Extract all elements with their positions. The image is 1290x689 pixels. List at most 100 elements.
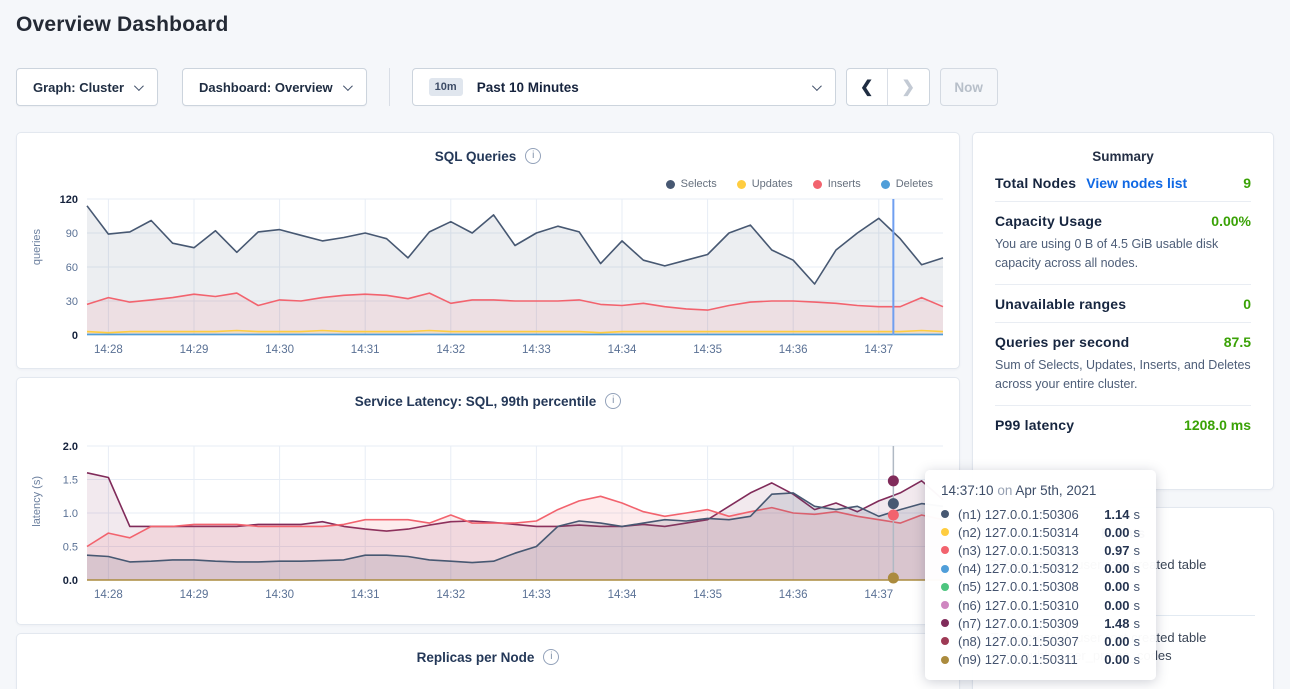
node-color-dot-icon [941, 583, 949, 591]
svg-text:14:32: 14:32 [436, 344, 465, 356]
legend-dot-icon [737, 180, 746, 189]
tooltip-node-unit: s [1134, 507, 1141, 522]
svg-text:0.0: 0.0 [63, 575, 78, 587]
svg-text:60: 60 [66, 262, 78, 274]
svg-text:14:30: 14:30 [265, 344, 294, 356]
capacity-label: Capacity Usage [995, 213, 1102, 229]
svg-text:14:28: 14:28 [94, 589, 123, 601]
tooltip-node-value: 1.48 [1104, 616, 1129, 631]
tooltip-node-row: (n8) 127.0.0.1:503070.00s [941, 632, 1140, 650]
node-color-dot-icon [941, 546, 949, 554]
tooltip-node-value: 1.14 [1104, 507, 1129, 522]
svg-text:30: 30 [66, 296, 78, 308]
legend-item-selects[interactable]: Selects [666, 178, 717, 190]
tooltip-node-unit: s [1134, 543, 1141, 558]
now-button[interactable]: Now [940, 68, 998, 106]
tooltip-node-value: 0.00 [1104, 598, 1129, 613]
legend-dot-icon [881, 180, 890, 189]
tooltip-node-label: (n5) 127.0.0.1:50308 [958, 579, 1104, 594]
legend-label: Inserts [828, 178, 861, 190]
toolbar-divider [389, 68, 390, 106]
tooltip-node-label: (n7) 127.0.0.1:50309 [958, 616, 1104, 631]
legend-item-updates[interactable]: Updates [737, 178, 793, 190]
info-icon[interactable]: i [525, 148, 541, 164]
tooltip-node-label: (n4) 127.0.0.1:50312 [958, 561, 1104, 576]
svg-text:120: 120 [60, 194, 78, 206]
tooltip-node-label: (n8) 127.0.0.1:50307 [958, 634, 1104, 649]
info-icon[interactable]: i [543, 649, 559, 665]
dashboard-label: Dashboard: Overview [199, 80, 333, 95]
sql-queries-chart[interactable]: 030609012014:2814:2914:3014:3114:3214:33… [25, 193, 955, 361]
summary-row-total-nodes: Total Nodes View nodes list 9 [995, 164, 1251, 201]
chevron-down-icon [343, 81, 353, 91]
summary-panel: Summary Total Nodes View nodes list 9 Ca… [972, 132, 1274, 490]
tooltip-node-value: 0.97 [1104, 543, 1129, 558]
total-nodes-value: 9 [1243, 175, 1251, 191]
tooltip-node-value: 0.00 [1104, 561, 1129, 576]
summary-row-capacity: Capacity Usage 0.00% You are using 0 B o… [995, 201, 1251, 284]
capacity-desc: You are using 0 B of 4.5 GiB usable disk… [995, 235, 1251, 274]
chevron-down-icon [812, 81, 822, 91]
graph-scope-dropdown[interactable]: Graph: Cluster [16, 68, 158, 106]
info-icon[interactable]: i [605, 393, 621, 409]
time-forward-button[interactable]: ❯ [888, 69, 929, 105]
svg-text:14:29: 14:29 [180, 344, 209, 356]
legend-label: Selects [681, 178, 717, 190]
replicas-title: Replicas per Node [417, 650, 535, 665]
svg-text:14:37: 14:37 [864, 589, 893, 601]
tooltip-node-label: (n3) 127.0.0.1:50313 [958, 543, 1104, 558]
overview-dashboard-page: Overview Dashboard Graph: Cluster Dashbo… [0, 0, 1290, 689]
p99-latency-value: 1208.0 ms [1184, 417, 1251, 433]
node-color-dot-icon [941, 637, 949, 645]
total-nodes-label: Total Nodes [995, 175, 1076, 191]
svg-text:14:34: 14:34 [608, 589, 637, 601]
tooltip-node-unit: s [1134, 598, 1141, 613]
svg-text:14:35: 14:35 [693, 344, 722, 356]
view-nodes-list-link[interactable]: View nodes list [1086, 175, 1187, 191]
svg-text:14:28: 14:28 [94, 344, 123, 356]
tooltip-node-unit: s [1134, 525, 1141, 540]
node-color-dot-icon [941, 528, 949, 536]
sql-queries-legend: Selects Updates Inserts Deletes [666, 178, 933, 190]
page-title: Overview Dashboard [16, 13, 229, 37]
time-step-buttons: ❮ ❯ [846, 68, 930, 106]
sql-queries-title: SQL Queries [435, 149, 517, 164]
dashboard-dropdown[interactable]: Dashboard: Overview [182, 68, 367, 106]
node-color-dot-icon [941, 656, 949, 664]
tooltip-node-label: (n1) 127.0.0.1:50306 [958, 507, 1104, 522]
legend-item-deletes[interactable]: Deletes [881, 178, 933, 190]
legend-item-inserts[interactable]: Inserts [813, 178, 861, 190]
svg-text:0: 0 [72, 330, 78, 342]
tooltip-node-value: 0.00 [1104, 579, 1129, 594]
tooltip-node-label: (n2) 127.0.0.1:50314 [958, 525, 1104, 540]
qps-value: 87.5 [1224, 334, 1251, 350]
tooltip-node-unit: s [1134, 561, 1141, 576]
svg-text:14:35: 14:35 [693, 589, 722, 601]
tooltip-node-unit: s [1134, 634, 1141, 649]
tooltip-node-value: 0.00 [1104, 525, 1129, 540]
legend-dot-icon [666, 180, 675, 189]
tooltip-node-row: (n1) 127.0.0.1:503061.14 s [941, 505, 1140, 523]
latency-chart[interactable]: 0.00.51.01.52.014:2814:2914:3014:3114:32… [25, 440, 955, 606]
chevron-down-icon [134, 81, 144, 91]
summary-row-qps: Queries per second 87.5 Sum of Selects, … [995, 322, 1251, 405]
summary-row-p99: P99 latency 1208.0 ms [995, 405, 1251, 443]
qps-label: Queries per second [995, 334, 1129, 350]
time-range-dropdown[interactable]: 10m Past 10 Minutes [412, 68, 836, 106]
node-color-dot-icon [941, 601, 949, 609]
svg-text:14:29: 14:29 [180, 589, 209, 601]
sql-queries-panel: SQL Queries i Selects Updates Inserts Delet… [16, 132, 960, 369]
legend-label: Deletes [896, 178, 933, 190]
svg-text:14:32: 14:32 [436, 589, 465, 601]
svg-text:14:33: 14:33 [522, 344, 551, 356]
time-back-button[interactable]: ❮ [847, 69, 888, 105]
latency-title: Service Latency: SQL, 99th percentile [355, 394, 597, 409]
p99-latency-label: P99 latency [995, 417, 1074, 433]
svg-text:1.0: 1.0 [63, 508, 78, 520]
node-color-dot-icon [941, 565, 949, 573]
toolbar: Graph: Cluster Dashboard: Overview 10m P… [16, 68, 998, 106]
tooltip-node-label: (n6) 127.0.0.1:50310 [958, 598, 1104, 613]
summary-row-unavailable: Unavailable ranges 0 [995, 284, 1251, 322]
capacity-value: 0.00% [1211, 213, 1251, 229]
legend-dot-icon [813, 180, 822, 189]
